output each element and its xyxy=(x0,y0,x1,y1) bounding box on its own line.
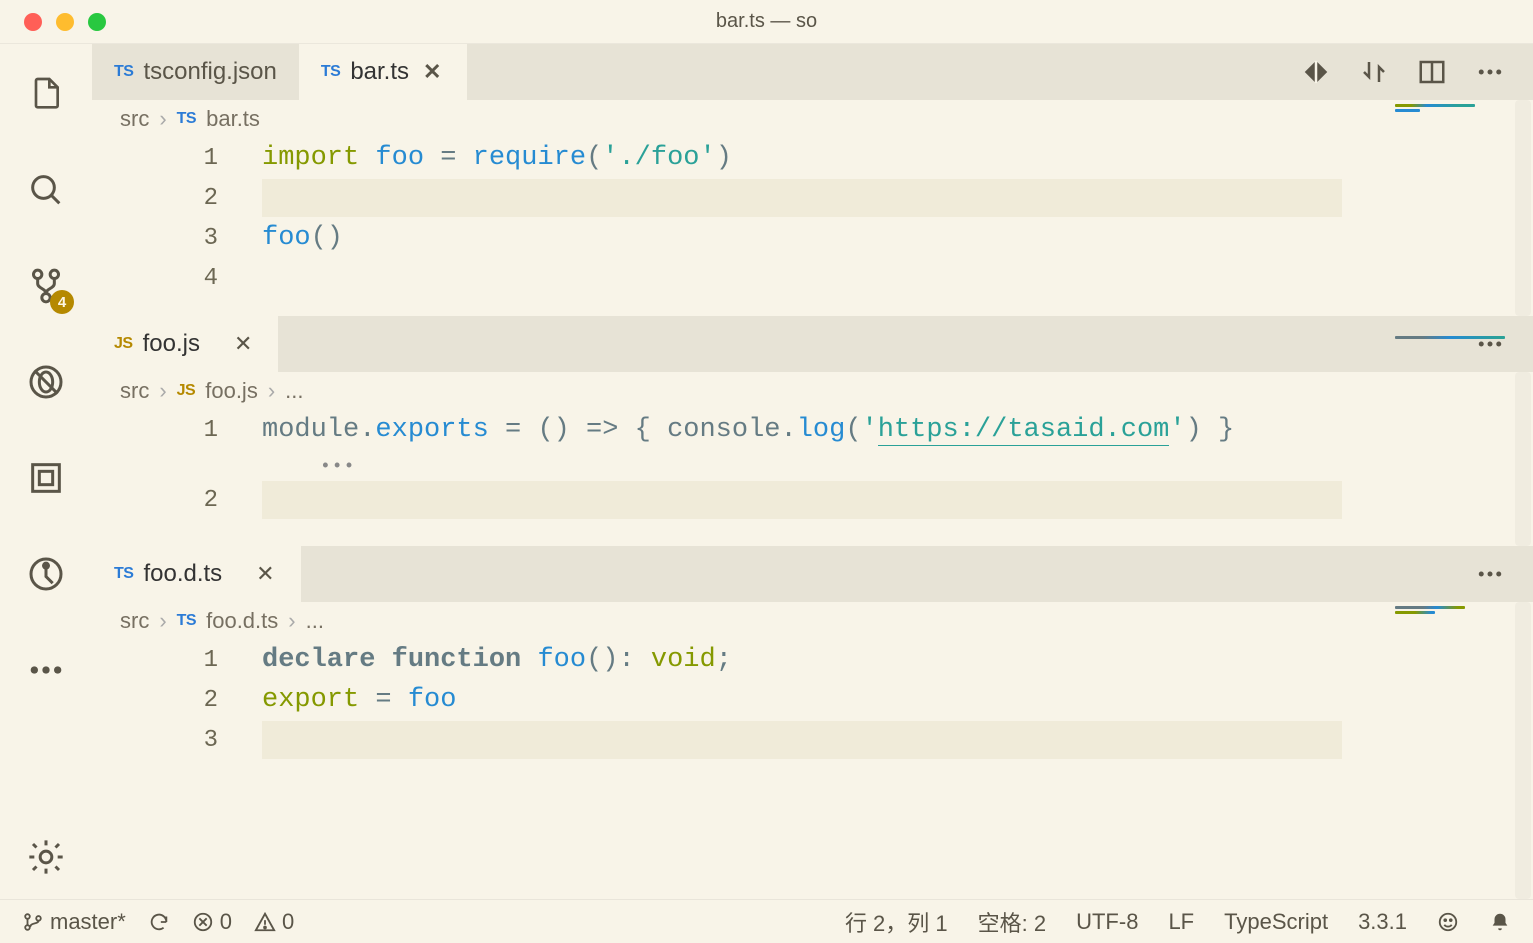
gear-icon[interactable] xyxy=(24,835,68,879)
git-graph-icon[interactable] xyxy=(24,552,68,596)
close-icon[interactable]: ✕ xyxy=(252,561,278,587)
breadcrumb[interactable]: src › TS bar.ts xyxy=(92,100,1533,138)
breadcrumb[interactable]: src › JS foo.js › ... xyxy=(92,372,1533,410)
line-number: 1 xyxy=(92,417,262,444)
editor-pane-3[interactable]: src › TS foo.d.ts › ... 1 declare functi… xyxy=(92,602,1533,899)
line-number: 2 xyxy=(92,487,262,514)
editor-pane-2[interactable]: src › JS foo.js › ... 1 module.exports =… xyxy=(92,372,1533,546)
titlebar: bar.ts — so xyxy=(0,0,1533,44)
eol[interactable]: LF xyxy=(1168,909,1194,935)
bell-icon[interactable] xyxy=(1489,911,1511,933)
tab-label: foo.js xyxy=(143,330,200,358)
tab-label: bar.ts xyxy=(350,58,409,86)
typescript-icon: TS xyxy=(177,110,196,128)
chevron-right-icon: › xyxy=(159,106,166,132)
breadcrumb-file[interactable]: foo.d.ts xyxy=(206,608,278,634)
more-actions-icon[interactable] xyxy=(1475,559,1505,589)
tab-foo-dts[interactable]: TS foo.d.ts ✕ xyxy=(92,546,301,602)
typescript-icon: TS xyxy=(321,63,340,81)
status-bar: master* 0 0 行 2，列 1 空格: 2 UTF-8 LF TypeS… xyxy=(0,899,1533,943)
minimap[interactable] xyxy=(1395,104,1515,124)
editor-pane-1[interactable]: src › TS bar.ts 1 import foo = require('… xyxy=(92,100,1533,316)
line-number: 2 xyxy=(92,687,262,714)
tabbar-top: TS tsconfig.json TS bar.ts ✕ xyxy=(92,44,1533,100)
debug-icon[interactable] xyxy=(24,360,68,404)
tab-foo-js[interactable]: JS foo.js ✕ xyxy=(92,316,278,372)
chevron-right-icon: › xyxy=(268,378,275,404)
breadcrumb-file[interactable]: bar.ts xyxy=(206,106,260,132)
javascript-icon: JS xyxy=(114,335,133,353)
tab-bar-ts[interactable]: TS bar.ts ✕ xyxy=(299,44,468,100)
source-control-icon[interactable]: 4 xyxy=(24,264,68,308)
cursor-position[interactable]: 行 2，列 1 xyxy=(845,906,948,938)
chevron-right-icon: › xyxy=(159,378,166,404)
breadcrumb[interactable]: src › TS foo.d.ts › ... xyxy=(92,602,1533,640)
typescript-icon: TS xyxy=(114,565,133,583)
line-number: 1 xyxy=(92,145,262,172)
tab-label: foo.d.ts xyxy=(143,560,222,588)
tab-label: tsconfig.json xyxy=(143,58,276,86)
diff-icon[interactable] xyxy=(1359,57,1389,87)
scrollbar[interactable] xyxy=(1515,602,1531,899)
tabbar-pane2: JS foo.js ✕ xyxy=(92,316,1533,372)
code-editor[interactable]: 1 import foo = require('./foo') 2 3 foo(… xyxy=(92,138,1533,316)
split-editor-icon[interactable] xyxy=(1417,57,1447,87)
breadcrumb-root[interactable]: src xyxy=(120,608,149,634)
color-theme-icon[interactable] xyxy=(1301,57,1331,87)
javascript-icon: JS xyxy=(177,382,196,400)
minimap[interactable] xyxy=(1395,606,1515,626)
chevron-right-icon: › xyxy=(288,608,295,634)
git-branch[interactable]: master* xyxy=(22,909,126,935)
typescript-icon: TS xyxy=(114,63,133,81)
window-minimize-button[interactable] xyxy=(56,13,74,31)
window-maximize-button[interactable] xyxy=(88,13,106,31)
language-mode[interactable]: TypeScript xyxy=(1224,909,1328,935)
chevron-right-icon: › xyxy=(159,608,166,634)
encoding[interactable]: UTF-8 xyxy=(1076,909,1138,935)
scm-badge: 4 xyxy=(50,290,74,314)
ts-version[interactable]: 3.3.1 xyxy=(1358,909,1407,935)
explorer-icon[interactable] xyxy=(24,72,68,116)
code-editor[interactable]: 1 declare function foo(): void; 2 export… xyxy=(92,640,1533,760)
warnings-count[interactable]: 0 xyxy=(254,909,294,935)
minimap[interactable] xyxy=(1395,336,1515,356)
breadcrumb-trail[interactable]: ... xyxy=(306,608,324,634)
breadcrumb-root[interactable]: src xyxy=(120,378,149,404)
close-icon[interactable]: ✕ xyxy=(419,59,445,85)
scrollbar[interactable] xyxy=(1515,372,1531,546)
line-number: 2 xyxy=(92,185,262,212)
more-actions-icon[interactable] xyxy=(1475,57,1505,87)
window-title: bar.ts — so xyxy=(0,10,1533,33)
traffic-lights xyxy=(0,13,106,31)
close-icon[interactable]: ✕ xyxy=(230,331,256,357)
tab-tsconfig[interactable]: TS tsconfig.json xyxy=(92,44,299,100)
code-editor[interactable]: 1 module.exports = () => { console.log('… xyxy=(92,410,1533,546)
extensions-icon[interactable] xyxy=(24,456,68,500)
breadcrumb-file[interactable]: foo.js xyxy=(205,378,258,404)
breadcrumb-trail[interactable]: ... xyxy=(285,378,303,404)
line-number: 3 xyxy=(92,225,262,252)
sync-icon[interactable] xyxy=(148,911,170,933)
editor-actions xyxy=(1301,44,1533,100)
folding-icon[interactable]: ••• xyxy=(320,457,355,477)
search-icon[interactable] xyxy=(24,168,68,212)
activity-bar: 4 xyxy=(0,44,92,899)
errors-count[interactable]: 0 xyxy=(192,909,232,935)
feedback-icon[interactable] xyxy=(1437,911,1459,933)
scrollbar[interactable] xyxy=(1515,100,1531,316)
more-icon[interactable] xyxy=(24,648,68,692)
breadcrumb-root[interactable]: src xyxy=(120,106,149,132)
typescript-icon: TS xyxy=(177,612,196,630)
line-number: 3 xyxy=(92,727,262,754)
window-close-button[interactable] xyxy=(24,13,42,31)
tabbar-pane3: TS foo.d.ts ✕ xyxy=(92,546,1533,602)
line-number: 1 xyxy=(92,647,262,674)
line-number: 4 xyxy=(92,265,262,292)
branch-name: master* xyxy=(50,909,126,935)
indentation[interactable]: 空格: 2 xyxy=(978,906,1046,938)
